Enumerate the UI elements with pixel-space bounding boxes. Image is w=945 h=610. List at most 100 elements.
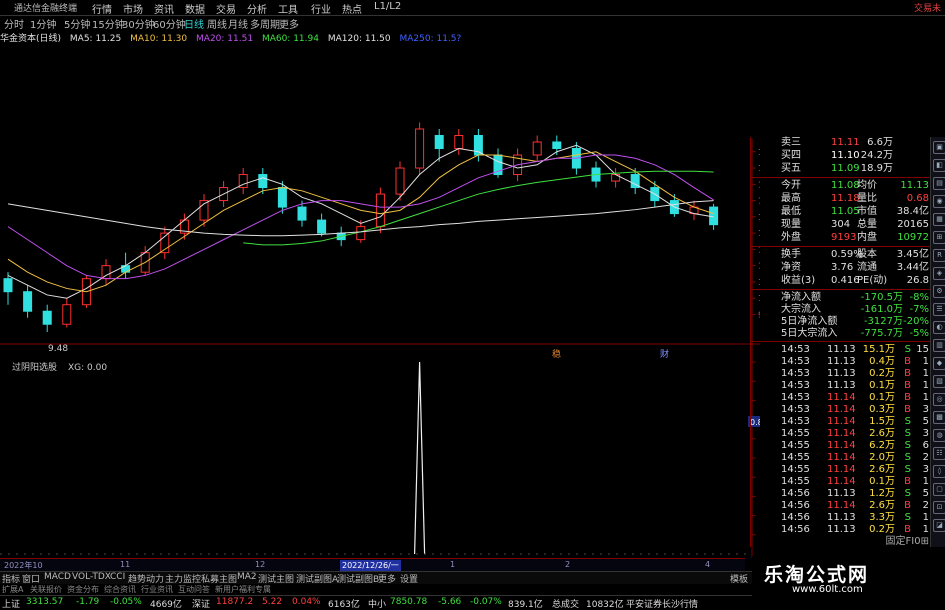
tick-side: B xyxy=(904,404,911,415)
menu-item-tools[interactable]: 工具 xyxy=(278,1,298,16)
toolbar-icon[interactable]: ◎ xyxy=(933,393,945,406)
toolbar-icon[interactable]: ◈ xyxy=(933,267,945,280)
marker-stable: 稳 xyxy=(552,348,561,360)
stat-row: 最高 11.18 量比 0.68 xyxy=(751,193,933,205)
toolbar-icon[interactable]: ◪ xyxy=(933,519,945,532)
toolbar-icon[interactable]: R xyxy=(933,249,945,262)
menu-item-analysis[interactable]: 分析 xyxy=(247,1,267,16)
tick-volume: 2.6万 xyxy=(869,500,895,511)
period-tab-more[interactable]: 更多 xyxy=(279,16,299,31)
menu-item-l1l2[interactable]: L1/L2 xyxy=(374,1,401,12)
ma60-label: MA60: 11.94 xyxy=(261,34,319,44)
order-book-row: 卖三 11.11 6.6万 xyxy=(751,137,933,149)
news-ticker[interactable]: 平安证券长沙行情 xyxy=(626,597,698,610)
toolbar-icon[interactable]: ⊞ xyxy=(933,231,945,244)
link-item[interactable]: 互动问答 xyxy=(178,584,210,595)
period-tab[interactable]: 1分钟 xyxy=(30,16,56,31)
toolbar-icon[interactable]: ◊ xyxy=(933,465,945,478)
stat-value: 3.76 xyxy=(831,262,854,273)
period-tab[interactable]: 15分钟 xyxy=(92,16,125,31)
sz-label: 深证 xyxy=(192,600,211,610)
tick-volume: 0.2万 xyxy=(869,524,895,535)
toolbar-icon[interactable]: ◆ xyxy=(933,357,945,370)
quote-panel: 卖三 11.11 6.6万 买四 11.10 24.2万 买五 11.09 18.9万 今开 11.… xyxy=(750,137,933,547)
period-tab[interactable]: 60分钟 xyxy=(153,16,186,31)
zx-label: 中小 xyxy=(368,600,387,610)
toolbar-icon[interactable]: ◉ xyxy=(933,195,945,208)
candle-body xyxy=(23,291,33,312)
toolbar-icon[interactable]: ⚙ xyxy=(933,285,945,298)
ma120-label: MA120: 11.50 xyxy=(327,34,391,44)
stat-value: 3.44亿 xyxy=(896,262,929,273)
period-tab[interactable]: 分时 xyxy=(4,16,24,31)
tick-volume: 1.5万 xyxy=(869,416,895,427)
tick-time: 14:53 xyxy=(781,416,810,427)
link-item[interactable]: 新用户福利专属 xyxy=(215,584,271,595)
flow-row: 大宗流入 -161.0万 -7% xyxy=(751,304,933,316)
flow-label: 大宗流入 xyxy=(781,304,821,315)
tick-count: 1 xyxy=(922,392,929,403)
menu-item-market[interactable]: 市场 xyxy=(123,1,143,16)
tab-vol[interactable]: VOL-TDX xyxy=(72,572,111,582)
link-item[interactable]: 关联报价 xyxy=(30,584,62,595)
tick-side: S xyxy=(904,416,911,427)
link-item[interactable]: 综合资讯 xyxy=(104,584,136,595)
ma-legend: 华金资本(日线) MA5: 11.25 MA10: 11.30 MA20: 11… xyxy=(0,31,467,44)
tick-time: 14:55 xyxy=(781,476,810,487)
stat-label: 收益(3) xyxy=(781,275,816,286)
link-item[interactable]: 资金分布 xyxy=(67,584,99,595)
tab-macd[interactable]: MACD xyxy=(44,572,71,582)
link-item[interactable]: 行业资讯 xyxy=(141,584,173,595)
tick-volume: 0.1万 xyxy=(869,392,895,403)
period-tab[interactable]: 30分钟 xyxy=(122,16,155,31)
tick-volume: 6.2万 xyxy=(869,440,895,451)
toolbar-icon[interactable]: ▤ xyxy=(933,177,945,190)
toolbar-icon[interactable]: ☷ xyxy=(933,447,945,460)
tick-count: 1 xyxy=(922,356,929,367)
flow-row: 净流入额 -170.5万 -8% xyxy=(751,292,933,304)
stat-row: 收益(3) 0.416 PE(动) 26.8 xyxy=(751,275,933,287)
menu-item-data[interactable]: 数据 xyxy=(185,1,205,16)
period-tab[interactable]: 多周期 xyxy=(250,16,280,31)
toolbar-icon[interactable]: ☰ xyxy=(933,303,945,316)
tick-side: S xyxy=(904,428,911,439)
menu-item-trade[interactable]: 交易 xyxy=(216,1,236,16)
toolbar-icon[interactable]: ▦ xyxy=(933,213,945,226)
tick-volume: 0.1万 xyxy=(869,476,895,487)
tick-row: 14:53 11.13 0.1万 B 1 xyxy=(751,380,933,392)
date-label: 2022年10 xyxy=(4,561,43,570)
period-tab-selected[interactable]: 日线 xyxy=(184,16,204,31)
flow-value: -775.7万 xyxy=(860,328,903,339)
stat-label: PE(动) xyxy=(857,275,888,286)
order-price: 11.11 xyxy=(831,137,860,148)
period-tab[interactable]: 月线 xyxy=(228,16,248,31)
period-tab[interactable]: 周线 xyxy=(207,16,227,31)
stat-label: 流通 xyxy=(857,262,877,273)
menu-item-industry[interactable]: 行业 xyxy=(311,1,331,16)
stock-name: 华金资本(日线) xyxy=(0,34,62,44)
period-tab[interactable]: 5分钟 xyxy=(64,16,90,31)
kline-chart[interactable]: 12.2512.0011.7511.5011.2511.0010.7510.50… xyxy=(0,44,760,558)
toolbar-icon[interactable]: ◐ xyxy=(933,321,945,334)
link-item[interactable]: 扩展A xyxy=(2,584,23,595)
toolbar-icon[interactable]: ◧ xyxy=(933,159,945,172)
indicator-tabs: 指标 窗口 MACD VOL-TDX CCI 趋势动力 主力监控 私募主图 MA… xyxy=(0,571,760,585)
toolbar-icon[interactable]: ⊡ xyxy=(933,501,945,514)
menu-item-hot[interactable]: 热点 xyxy=(342,1,362,16)
menu-item-quotes[interactable]: 行情 xyxy=(92,1,112,16)
sh-percent: -0.05% xyxy=(110,597,142,607)
toolbar-icon[interactable]: ◍ xyxy=(933,429,945,442)
toolbar-icon[interactable]: ▧ xyxy=(933,375,945,388)
toolbar-icon[interactable]: ▢ xyxy=(933,483,945,496)
tab-ma2[interactable]: MA2 xyxy=(237,572,257,582)
order-book-row: 买五 11.09 18.9万 xyxy=(751,163,933,175)
tick-side: S xyxy=(904,464,911,475)
toolbar-icon[interactable]: ▣ xyxy=(933,141,945,154)
toolbar-icon[interactable]: ▩ xyxy=(933,411,945,424)
tab-cci[interactable]: CCI xyxy=(110,572,125,582)
toolbar-icon[interactable]: ▥ xyxy=(933,339,945,352)
menu-item-news[interactable]: 资讯 xyxy=(154,1,174,16)
trade-brand[interactable]: 交易未 xyxy=(914,1,941,14)
date-axis: 2022年10 11 12 2022/12/26/一 1 2 4 xyxy=(0,558,745,571)
stat-label: 量比 xyxy=(857,193,877,204)
